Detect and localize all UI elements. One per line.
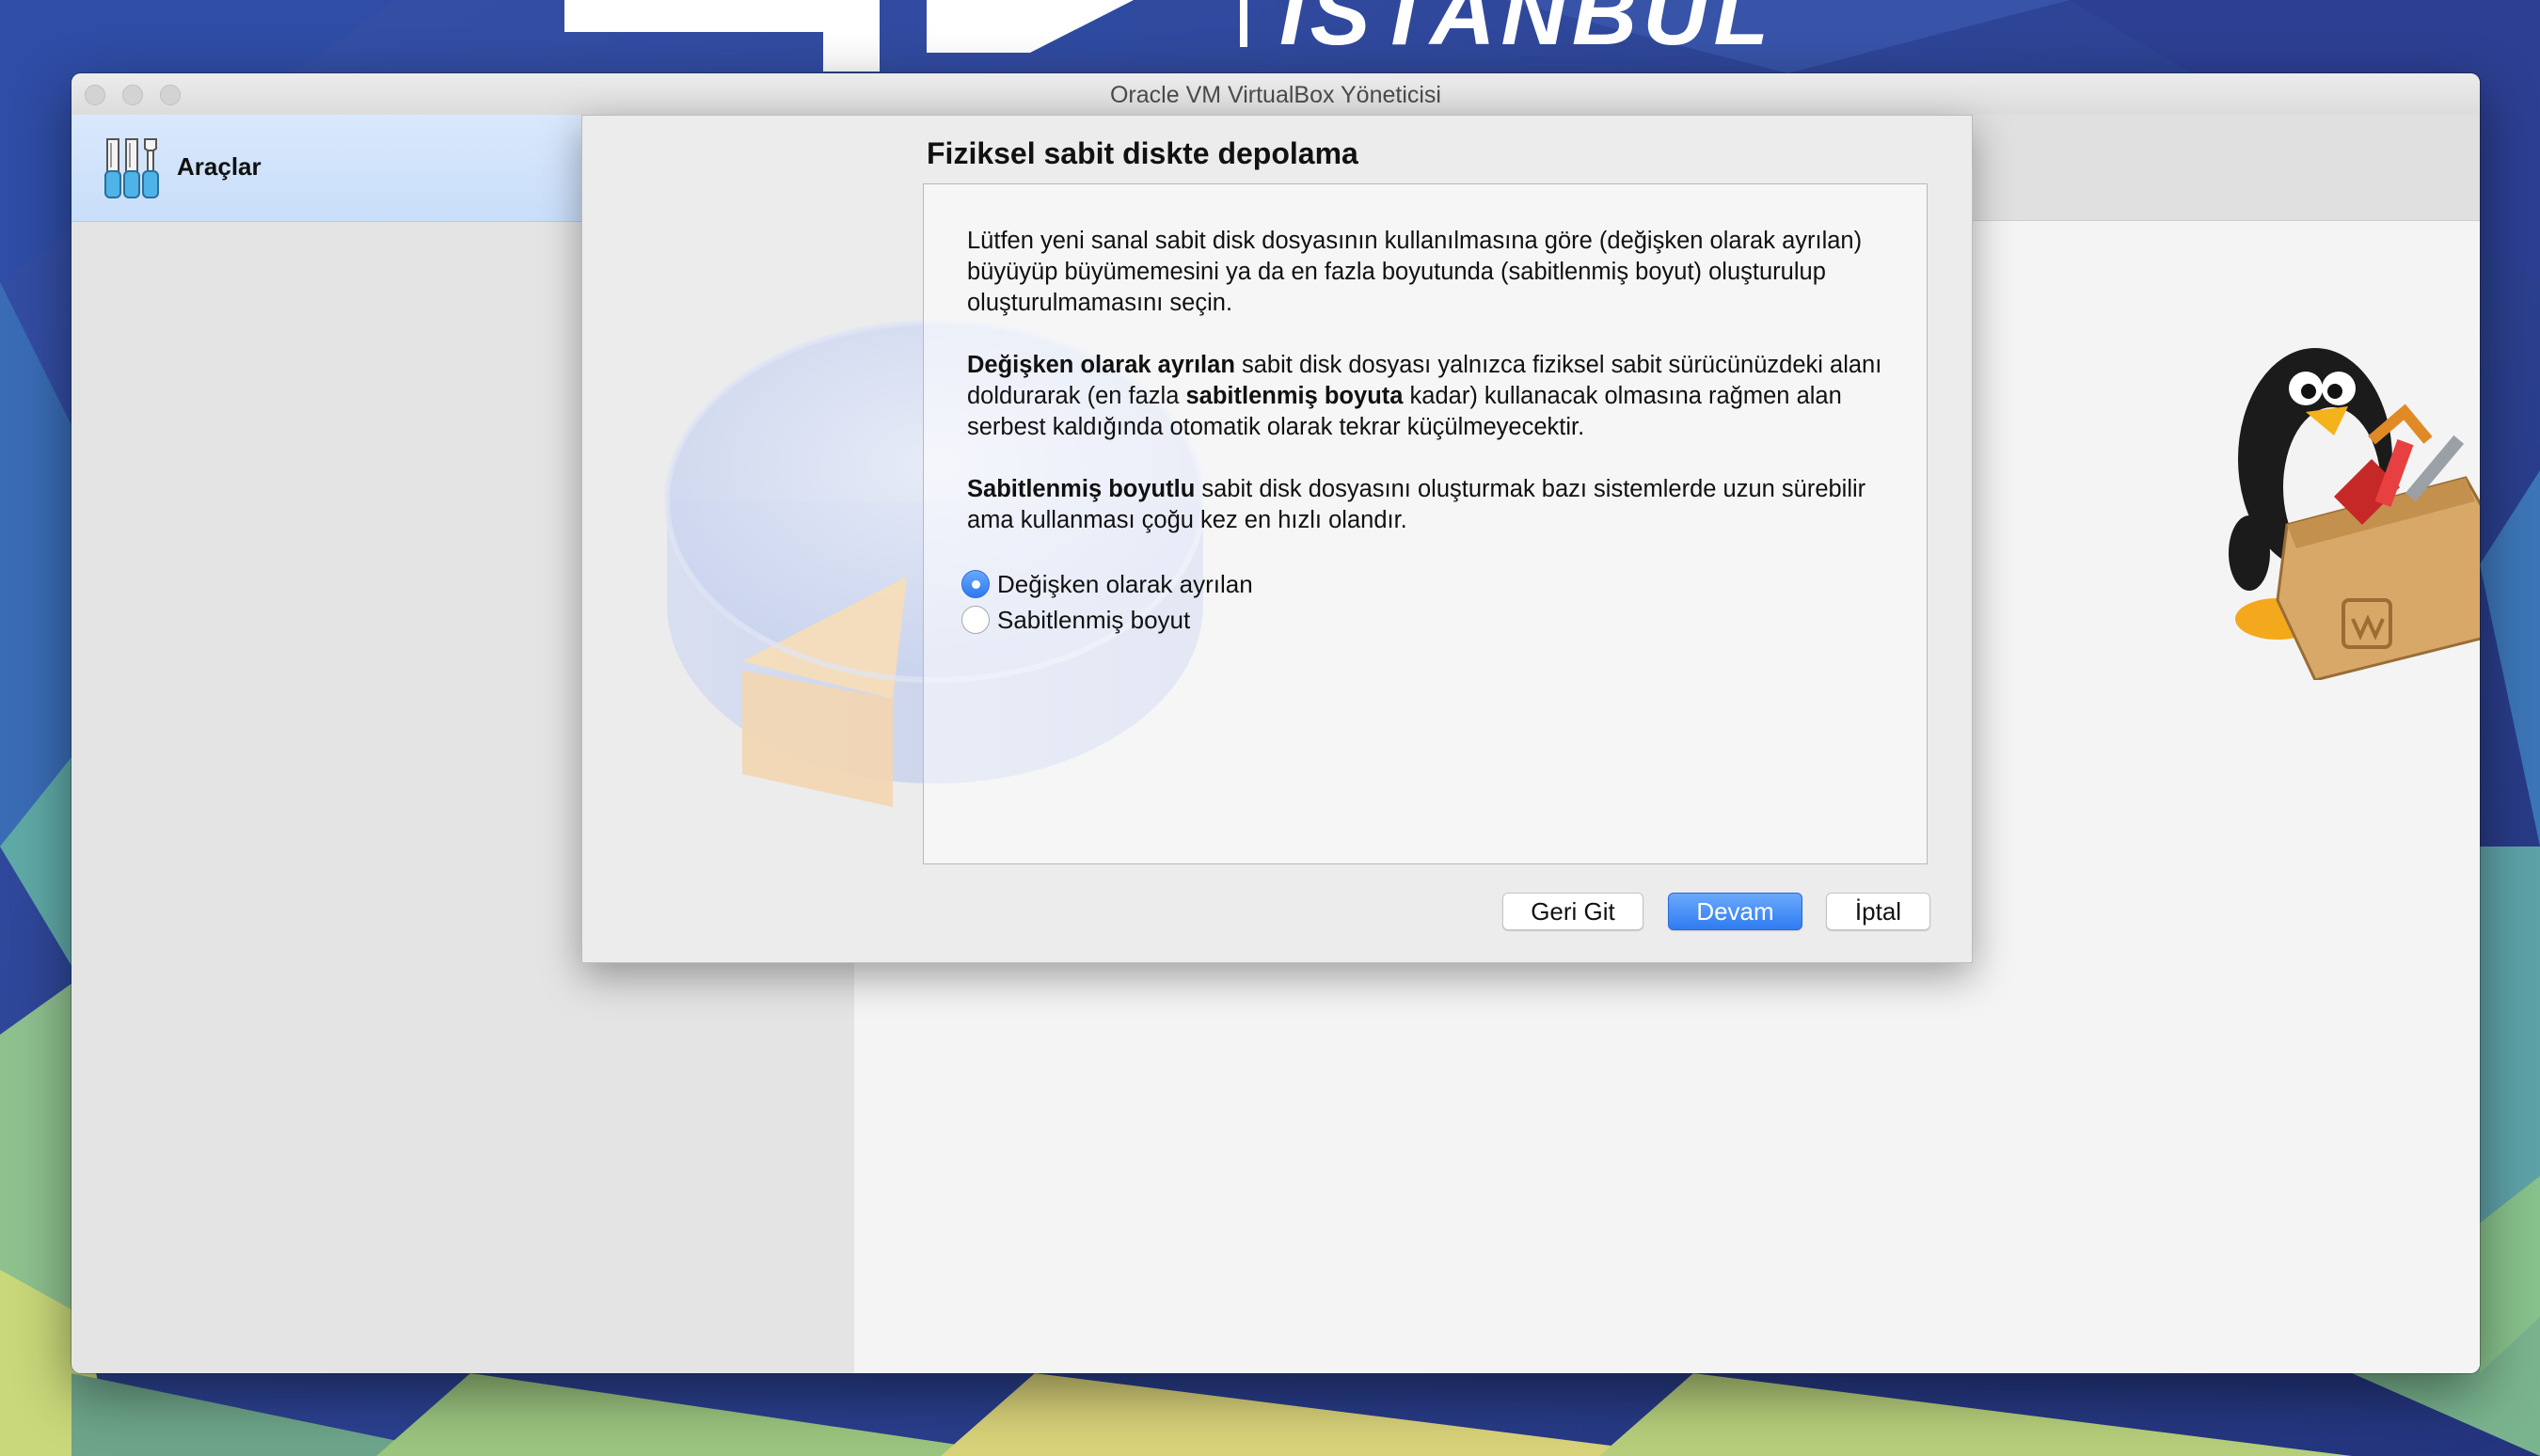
cancel-button[interactable]: İptal bbox=[1826, 893, 1930, 930]
radio-label-dynamically-allocated[interactable]: Değişken olarak ayrılan bbox=[997, 570, 1253, 599]
radio-fixed-size[interactable] bbox=[961, 606, 990, 634]
option-dynamically-allocated[interactable]: Değişken olarak ayrılan bbox=[961, 568, 1253, 600]
radio-dynamically-allocated[interactable] bbox=[961, 570, 990, 598]
back-button[interactable]: Geri Git bbox=[1502, 893, 1643, 930]
next-button[interactable]: Devam bbox=[1668, 893, 1802, 930]
window-titlebar[interactable]: Oracle VM VirtualBox Yöneticisi bbox=[71, 73, 2480, 116]
wallpaper-divider bbox=[1240, 0, 1247, 47]
virtual-disk-wizard-dialog: Fiziksel sabit diskte depolama Lütfen ye… bbox=[581, 115, 1973, 963]
fixed-term: Sabitlenmiş boyutlu bbox=[967, 476, 1196, 502]
wallpaper-logo-shape bbox=[823, 0, 880, 71]
fixed-description-paragraph: Sabitlenmiş boyutlu sabit disk dosyasını… bbox=[967, 474, 1908, 536]
window-title: Oracle VM VirtualBox Yöneticisi bbox=[1109, 82, 1441, 108]
dialog-title: Fiziksel sabit diskte depolama bbox=[927, 136, 1358, 170]
wallpaper-logo-shape bbox=[564, 0, 823, 32]
sidebar-item-tools-label: Araçlar bbox=[177, 152, 262, 181]
fixed-size-term: sabitlenmiş boyuta bbox=[1185, 383, 1404, 409]
dialog-content-box: Lütfen yeni sanal sabit disk dosyasının … bbox=[923, 183, 1928, 864]
dynamic-description-paragraph: Değişken olarak ayrılan sabit disk dosya… bbox=[967, 350, 1908, 443]
dynamic-term: Değişken olarak ayrılan bbox=[967, 352, 1235, 378]
tools-icon bbox=[104, 138, 159, 198]
option-fixed-size[interactable]: Sabitlenmiş boyut bbox=[961, 604, 1190, 636]
description-paragraph: Lütfen yeni sanal sabit disk dosyasının … bbox=[967, 228, 1863, 316]
radio-label-fixed-size[interactable]: Sabitlenmiş boyut bbox=[997, 606, 1190, 635]
penguin-toolbox-icon bbox=[2229, 348, 2480, 680]
wallpaper-text: ISTANBUL bbox=[1279, 0, 1775, 64]
